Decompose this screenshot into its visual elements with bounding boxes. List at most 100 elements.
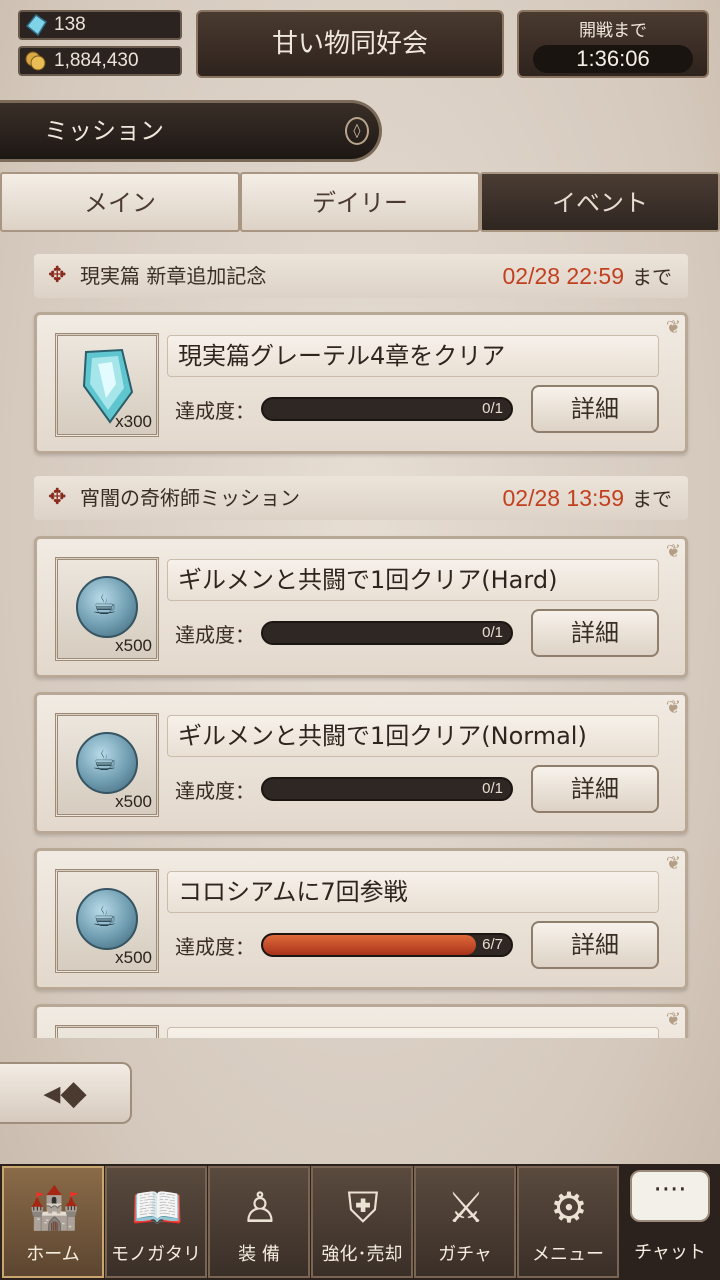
chat-label: チャット — [634, 1242, 706, 1263]
coin-icon — [76, 888, 138, 950]
mission-card: ❦ x500 コロシアムに7回参戦 達成度： 6/7 詳細 — [34, 848, 688, 990]
back-button[interactable]: ◂◆ — [0, 1062, 132, 1124]
coin-icon — [76, 576, 138, 638]
corner-ornament-icon: ❦ — [665, 317, 681, 338]
gold-counter: 1,884,430 — [18, 46, 182, 76]
progress-text: 0/1 — [482, 624, 503, 641]
detail-label: 詳細 — [571, 619, 619, 647]
group-header: ✥ 現実篇 新章追加記念 02/28 22:59 まで — [34, 254, 688, 298]
mission-name: ギルメンと共闘で1回クリア(Normal) — [167, 715, 659, 757]
progress-text: 6/7 — [482, 936, 503, 953]
section-header: ミッション ◊ — [0, 100, 382, 162]
enhance-icon: ⛨ — [347, 1183, 379, 1232]
mission-card-partial: ❦ — [34, 1004, 688, 1038]
nav-gacha[interactable]: ⚔ ガチャ — [414, 1166, 516, 1278]
detail-button[interactable]: 詳細 — [531, 385, 659, 433]
progress-bar: 0/1 — [261, 777, 513, 801]
tab-label: デイリー — [312, 189, 408, 217]
deadline-suffix: まで — [632, 487, 672, 511]
nav-label: ホーム — [26, 1244, 80, 1265]
group-deadline: 02/28 22:59 まで — [502, 254, 672, 299]
equipment-icon: ♙ — [241, 1183, 279, 1232]
nav-enhance[interactable]: ⛨ 強化･売却 — [311, 1166, 413, 1278]
progress-bar: 0/1 — [261, 621, 513, 645]
mission-name: 現実篇グレーテル4章をクリア — [167, 335, 659, 377]
nav-menu[interactable]: ⚙ メニュー — [517, 1166, 619, 1278]
section-title: ミッション — [44, 117, 164, 145]
top-bar: 138 1,884,430 甘い物同好会 開戦まで 1:36:06 — [0, 0, 720, 92]
detail-label: 詳細 — [571, 775, 619, 803]
crystal-small-icon — [25, 14, 48, 36]
deadline-time: 02/28 13:59 — [502, 485, 624, 511]
nav-label: モノガタリ — [111, 1244, 201, 1265]
nav-label: 強化･売却 — [321, 1244, 403, 1265]
corner-ornament-icon: ❦ — [665, 1009, 681, 1030]
tab-daily[interactable]: デイリー — [240, 172, 480, 232]
detail-label: 詳細 — [571, 931, 619, 959]
cross-icon: ✥ — [48, 485, 67, 510]
mission-name — [167, 1027, 659, 1038]
reward-qty: x300 — [115, 412, 152, 431]
tab-event[interactable]: イベント — [480, 172, 720, 232]
deadline-time: 02/28 22:59 — [502, 263, 624, 289]
gear-icon: ⚙ — [550, 1183, 588, 1232]
reward-item — [55, 1025, 159, 1038]
progress-text: 0/1 — [482, 780, 503, 797]
gem-count: 138 — [54, 14, 86, 35]
mission-card: ❦ x500 ギルメンと共闘で1回クリア(Normal) 達成度： 0/1 詳細 — [34, 692, 688, 834]
corner-ornament-icon: ❦ — [665, 541, 681, 562]
mission-card: ❦ x300 現実篇グレーテル4章をクリア 達成度： 0/1 詳細 — [34, 312, 688, 454]
progress-fill — [263, 935, 476, 955]
detail-label: 詳細 — [571, 395, 619, 423]
mission-tabs: メイン デイリー イベント — [0, 172, 720, 232]
book-icon: 📖 — [131, 1183, 184, 1232]
corner-ornament-icon: ❦ — [665, 853, 681, 874]
reward-qty: x500 — [115, 792, 152, 811]
nav-story[interactable]: 📖 モノガタリ — [105, 1166, 207, 1278]
reward-item: x500 — [55, 713, 159, 817]
deadline-suffix: まで — [632, 265, 672, 289]
coin-icon — [76, 732, 138, 794]
progress-label: 達成度： — [175, 779, 255, 803]
chat-bubble-icon: ···· — [630, 1170, 710, 1222]
detail-button[interactable]: 詳細 — [531, 921, 659, 969]
detail-button[interactable]: 詳細 — [531, 765, 659, 813]
reward-qty: x500 — [115, 948, 152, 967]
reward-item: x300 — [55, 333, 159, 437]
mission-name: ギルメンと共闘で1回クリア(Hard) — [167, 559, 659, 601]
timer-value: 1:36:06 — [533, 45, 693, 73]
chat-button[interactable]: ···· チャット — [620, 1164, 720, 1280]
guild-name-button[interactable]: 甘い物同好会 — [196, 10, 504, 78]
mission-name: コロシアムに7回参戦 — [167, 871, 659, 913]
progress-bar: 0/1 — [261, 397, 513, 421]
nav-equipment[interactable]: ♙ 装 備 — [208, 1166, 310, 1278]
tab-label: イベント — [552, 189, 648, 217]
group-title: 現実篇 新章追加記念 — [80, 264, 267, 288]
progress-text: 0/1 — [482, 400, 503, 417]
nav-home[interactable]: 🏰 ホーム — [2, 1166, 104, 1278]
tab-label: メイン — [84, 189, 156, 217]
tab-main[interactable]: メイン — [0, 172, 240, 232]
timer-label: 開戦まで — [579, 21, 647, 41]
reward-item: x500 — [55, 869, 159, 973]
bottom-nav: 🏰 ホーム 📖 モノガタリ ♙ 装 備 ⛨ 強化･売却 ⚔ ガチャ ⚙ メニュー — [0, 1164, 720, 1280]
progress-label: 達成度： — [175, 399, 255, 423]
reward-qty: x500 — [115, 636, 152, 655]
cross-icon: ✥ — [48, 263, 67, 288]
chat-bubble-text: ···· — [653, 1175, 687, 1205]
group-title: 宵闇の奇術師ミッション — [80, 486, 300, 510]
group-deadline: 02/28 13:59 まで — [502, 476, 672, 521]
nav-label: ガチャ — [438, 1244, 492, 1265]
gold-coin-icon — [25, 51, 46, 71]
gold-count: 1,884,430 — [54, 50, 139, 71]
battle-timer[interactable]: 開戦まで 1:36:06 — [517, 10, 709, 78]
nav-label: メニュー — [532, 1244, 604, 1265]
reward-item: x500 — [55, 557, 159, 661]
mission-list[interactable]: ✥ 現実篇 新章追加記念 02/28 22:59 まで ❦ x300 現実篇グレー… — [0, 240, 720, 1038]
nav-label: 装 備 — [238, 1244, 280, 1265]
back-arrow-icon: ◂◆ — [43, 1073, 87, 1113]
detail-button[interactable]: 詳細 — [531, 609, 659, 657]
corner-ornament-icon: ❦ — [665, 697, 681, 718]
group-header: ✥ 宵闇の奇術師ミッション 02/28 13:59 まで — [34, 476, 688, 520]
gacha-icon: ⚔ — [447, 1183, 485, 1232]
